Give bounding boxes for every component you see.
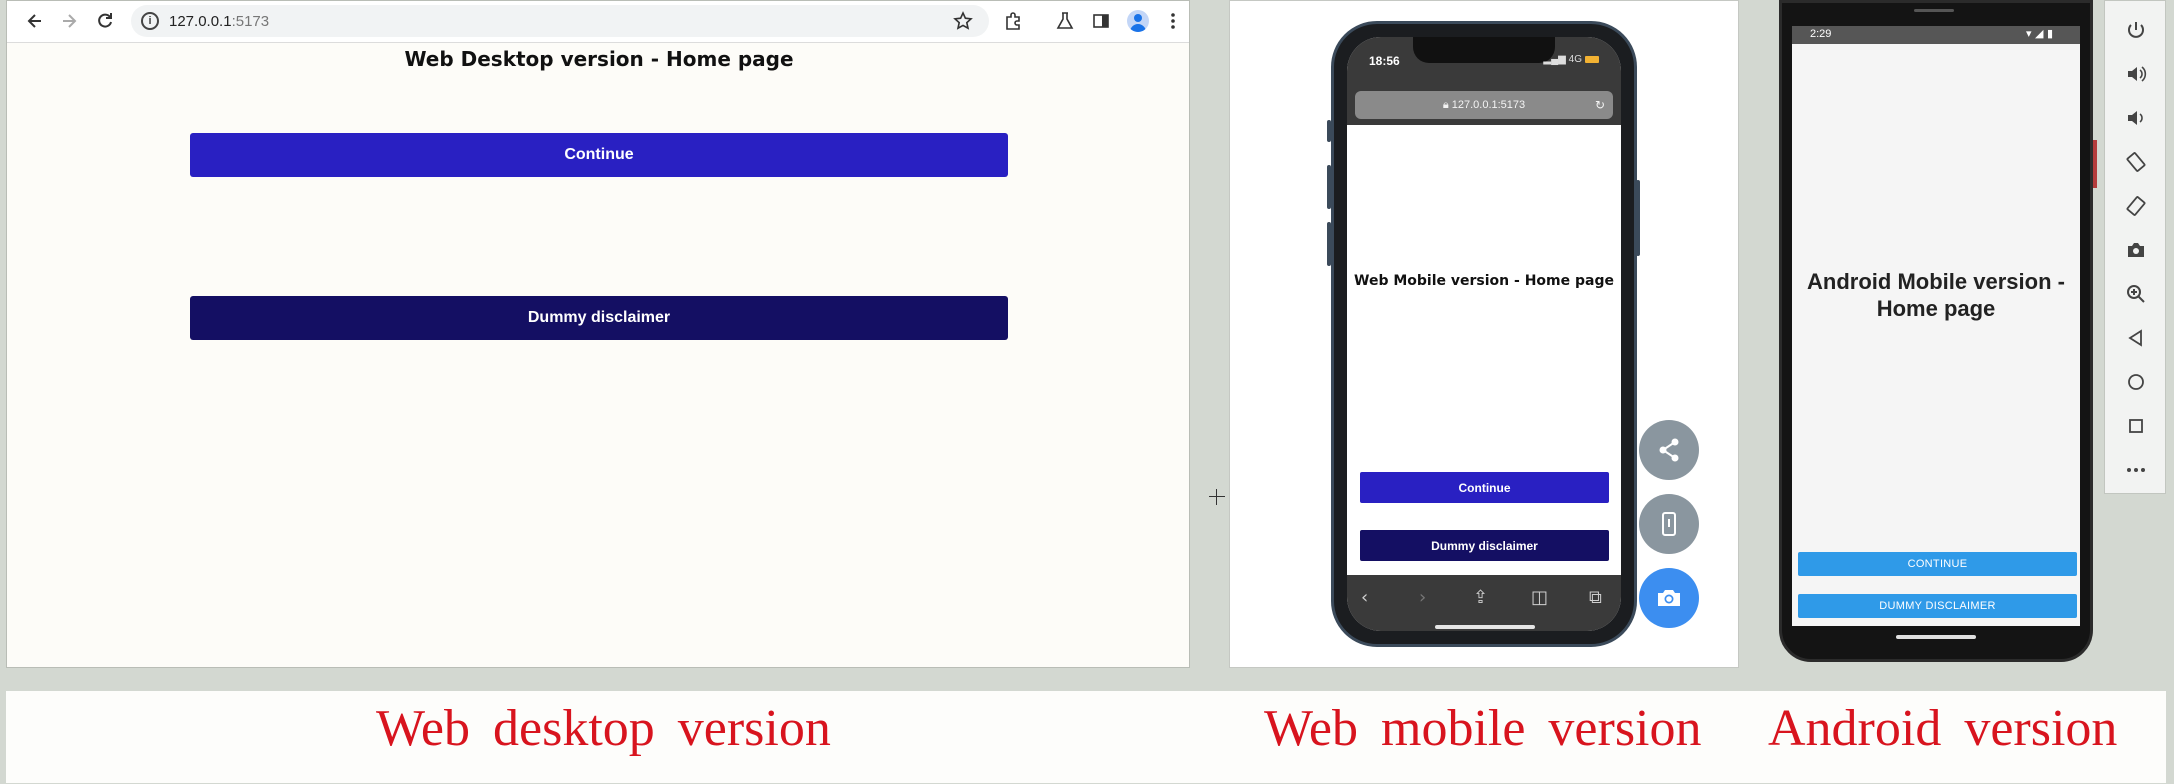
continue-button[interactable]: Continue [190, 133, 1008, 177]
mobile-browser-toolbar: ‹ › ⇪ ◫ ⧉ [1347, 575, 1621, 631]
volume-down-icon[interactable] [2123, 105, 2149, 131]
caption-strip: Web desktop version Web mobile version A… [6, 691, 2166, 783]
caption-web-mobile: Web mobile version [1264, 700, 1702, 757]
android-status-icons: ▾ ◢ ▮ [2026, 27, 2054, 40]
mobile-bookmarks-icon[interactable]: ◫ [1531, 587, 1548, 608]
battery-icon [1585, 55, 1599, 63]
signal-bars-icon: ▂▄▆ [1543, 54, 1566, 65]
extensions-icon[interactable] [1001, 9, 1025, 33]
mobile-dummy-disclaimer-button[interactable]: Dummy disclaimer [1360, 530, 1609, 561]
back-triangle-icon[interactable] [2123, 325, 2149, 351]
mobile-address-bar[interactable]: 🔒︎ 127.0.0.1:5173 ↻ [1355, 91, 1613, 119]
device-fab-button[interactable] [1639, 494, 1699, 554]
mobile-url-text: 127.0.0.1:5173 [1451, 99, 1526, 111]
rotate-right-icon[interactable] [2123, 193, 2149, 219]
caption-web-desktop: Web desktop version [376, 700, 831, 757]
mobile-status-bar: 18:56 ▂▄▆ 4G [1347, 37, 1621, 85]
iphone-frame: 18:56 ▂▄▆ 4G 🔒︎ 127.0.0.1:5173 ↻ Web Mob… [1331, 21, 1637, 647]
emulator-side-accent [2093, 140, 2097, 188]
mobile-page-title: Web Mobile version - Home page [1354, 273, 1614, 289]
volume-up-icon[interactable] [2123, 61, 2149, 87]
share-fab-button[interactable] [1639, 420, 1699, 480]
address-bar[interactable]: i 127.0.0.1:5173 [131, 5, 989, 37]
mobile-reload-icon[interactable]: ↻ [1595, 91, 1605, 119]
crosshair-cursor-icon [1209, 489, 1225, 505]
zoom-icon[interactable] [2123, 281, 2149, 307]
mobile-back-icon[interactable]: ‹ [1361, 587, 1368, 608]
iphone-screen: 18:56 ▂▄▆ 4G 🔒︎ 127.0.0.1:5173 ↻ Web Mob… [1347, 37, 1621, 631]
android-dummy-disclaimer-button[interactable]: DUMMY DISCLAIMER [1798, 594, 2077, 618]
android-page-title: Android Mobile version - Home page [1807, 269, 2065, 321]
page-title: Web Desktop version - Home page [404, 47, 794, 71]
side-panel-icon[interactable] [1089, 9, 1113, 33]
desktop-browser-window: i 127.0.0.1:5173 Web Desktop version - H… [6, 0, 1190, 668]
android-home-indicator [1896, 635, 1976, 639]
labs-flask-icon[interactable] [1053, 9, 1077, 33]
device-info-icon [1662, 512, 1676, 536]
mobile-forward-icon[interactable]: › [1419, 587, 1426, 608]
browser-toolbar: i 127.0.0.1:5173 [7, 1, 1189, 43]
screenshot-camera-icon[interactable] [2123, 237, 2149, 263]
dummy-disclaimer-button[interactable]: Dummy disclaimer [190, 296, 1008, 340]
android-speaker [1914, 9, 1954, 12]
network-type: 4G [1568, 54, 1582, 65]
profile-avatar[interactable] [1127, 10, 1149, 32]
forward-arrow-icon[interactable] [57, 9, 81, 33]
more-menu-icon[interactable] [1161, 9, 1185, 33]
reload-icon[interactable] [93, 9, 117, 33]
mobile-share-icon[interactable]: ⇪ [1473, 587, 1488, 608]
mobile-signal-icons: ▂▄▆ 4G [1543, 54, 1599, 65]
mobile-home-indicator [1435, 625, 1535, 629]
more-options-icon[interactable] [2123, 457, 2149, 483]
caption-android: Android version [1768, 700, 2118, 757]
screenshot-fab-button[interactable] [1639, 568, 1699, 628]
overview-square-icon[interactable] [2123, 413, 2149, 439]
share-icon [1659, 438, 1679, 462]
iphone-notch [1413, 37, 1555, 63]
camera-icon [1658, 590, 1680, 606]
mobile-tabs-icon[interactable]: ⧉ [1589, 587, 1602, 608]
power-icon[interactable] [2123, 17, 2149, 43]
bookmark-star-icon[interactable] [951, 9, 975, 33]
mobile-continue-button[interactable]: Continue [1360, 472, 1609, 503]
back-arrow-icon[interactable] [23, 9, 47, 33]
android-clock: 2:29 [1810, 28, 1832, 40]
android-screen [1792, 26, 2080, 626]
site-info-icon[interactable]: i [141, 12, 159, 30]
rotate-left-icon[interactable] [2123, 149, 2149, 175]
lock-icon: 🔒︎ [1442, 99, 1449, 111]
home-circle-icon[interactable] [2123, 369, 2149, 395]
mobile-clock: 18:56 [1369, 54, 1400, 68]
emulator-controls [2104, 0, 2166, 494]
android-continue-button[interactable]: CONTINUE [1798, 552, 2077, 576]
url-text: 127.0.0.1:5173 [169, 13, 270, 30]
